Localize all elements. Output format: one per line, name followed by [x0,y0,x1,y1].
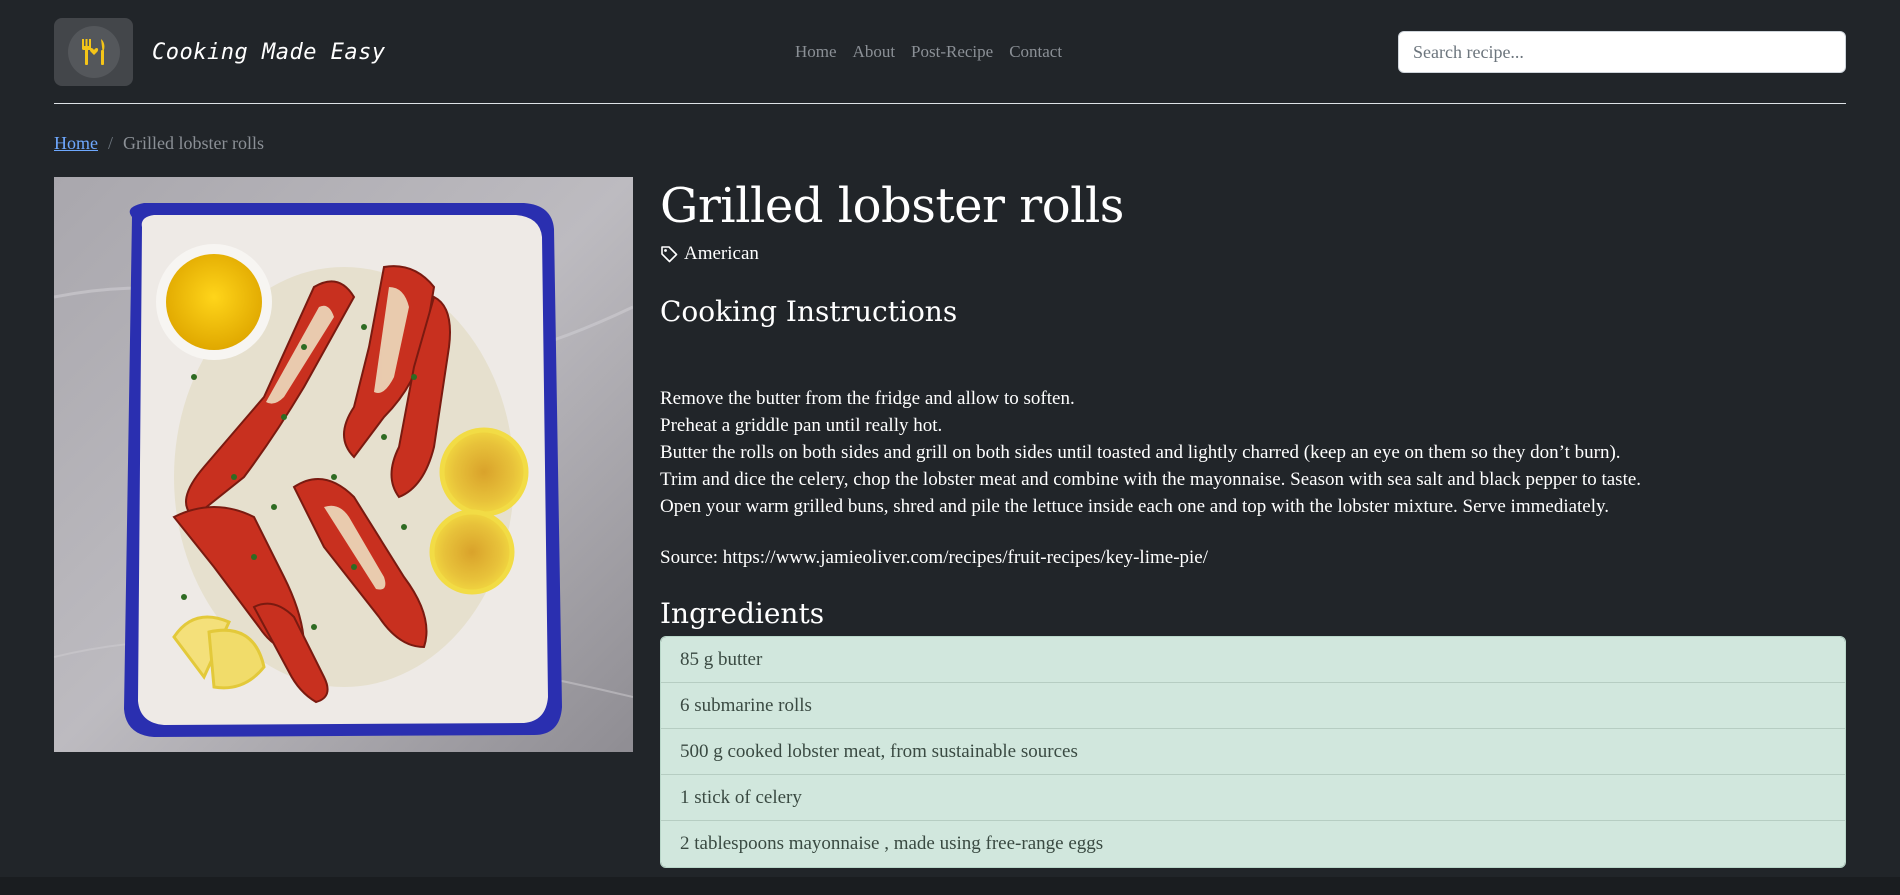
tag-icon [661,246,678,263]
logo-badge [67,26,120,78]
breadcrumb: Home / Grilled lobster rolls [54,133,264,154]
logo[interactable] [54,18,133,86]
recipe-photo [54,177,633,752]
site-header: Cooking Made Easy Home About Post-Recipe… [54,18,1846,86]
ingredient-item: 6 submarine rolls [661,683,1845,729]
ingredient-item: 1 stick of celery [661,775,1845,821]
main-nav: Home About Post-Recipe Contact [793,18,1064,86]
fork-heart-knife-icon [81,39,104,65]
brand-name[interactable]: Cooking Made Easy [152,40,386,65]
nav-about[interactable]: About [851,38,898,66]
breadcrumb-current: Grilled lobster rolls [123,133,264,153]
recipe-title: Grilled lobster rolls [660,178,1124,234]
ingredients-list: 85 g butter 6 submarine rolls 500 g cook… [660,636,1846,868]
recipe-source: Source: https://www.jamieoliver.com/reci… [660,547,1209,568]
instruction-step: Preheat a griddle pan until really hot. [660,415,943,436]
instruction-step: Butter the rolls on both sides and grill… [660,442,1621,463]
nav-contact[interactable]: Contact [1007,38,1064,66]
instruction-step: Trim and dice the celery, chop the lobst… [660,469,1642,490]
cuisine-label: American [684,243,759,264]
instruction-step: Remove the butter from the fridge and al… [660,388,1075,409]
breadcrumb-home-link[interactable]: Home [54,133,98,154]
ingredient-item: 2 tablespoons mayonnaise , made using fr… [661,821,1845,867]
breadcrumb-separator: / [108,133,114,153]
cuisine-tag: American [660,243,1846,265]
instructions-list: Remove the butter from the fridge and al… [660,385,1846,520]
lobster-tray-image [54,177,633,752]
nav-home[interactable]: Home [793,38,839,66]
ingredients-heading: Ingredients [660,597,825,630]
header-divider [54,103,1846,104]
nav-post-recipe[interactable]: Post-Recipe [909,38,995,66]
instruction-step: Open your warm grilled buns, shred and p… [660,496,1610,517]
search-input[interactable] [1398,31,1846,73]
page-bottom-edge [0,877,1900,895]
recipe-details: Grilled lobster rolls American Cooking I… [660,177,1846,868]
ingredient-item: 500 g cooked lobster meat, from sustaina… [661,729,1845,775]
instructions-heading: Cooking Instructions [660,295,958,328]
ingredient-item: 85 g butter [661,637,1845,683]
